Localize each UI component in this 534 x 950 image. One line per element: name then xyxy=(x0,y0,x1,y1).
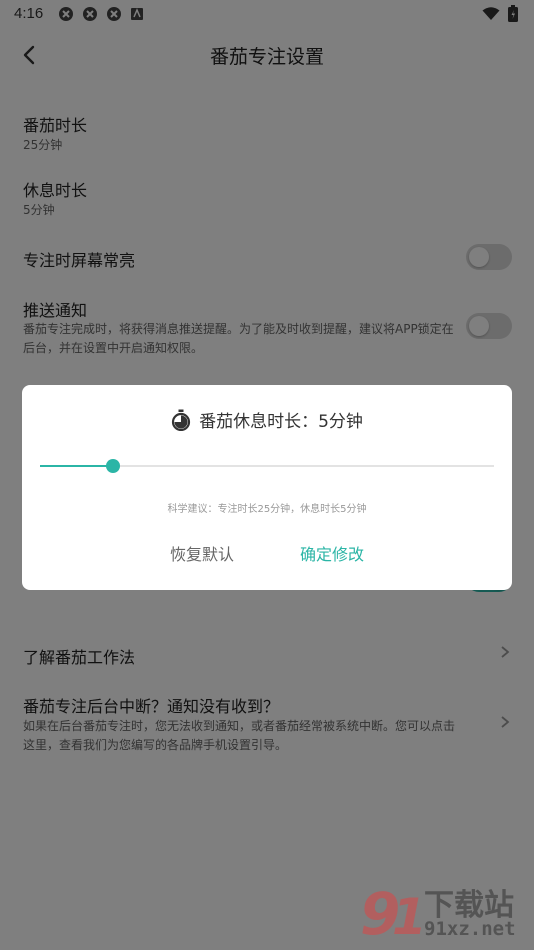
stopwatch-icon xyxy=(171,409,191,431)
reset-default-button[interactable]: 恢复默认 xyxy=(170,541,234,565)
watermark-site: 91xz.net xyxy=(424,918,516,940)
slider-fill xyxy=(40,465,113,467)
svg-text:1: 1 xyxy=(392,888,427,946)
app-screen: 4:16 番茄专注设置 xyxy=(0,0,534,950)
dialog-header: 番茄休息时长：5分钟 xyxy=(22,407,512,432)
break-duration-dialog: 番茄休息时长：5分钟 科学建议：专注时长25分钟，休息时长5分钟 恢复默认 确定… xyxy=(22,385,512,590)
watermark-logo: 9 1 下载站 91xz.net xyxy=(358,876,528,948)
confirm-change-button[interactable]: 确定修改 xyxy=(300,541,364,565)
dialog-title: 番茄休息时长：5分钟 xyxy=(199,412,363,432)
dialog-hint: 科学建议：专注时长25分钟，休息时长5分钟 xyxy=(167,504,367,515)
slider-thumb[interactable] xyxy=(105,459,120,473)
break-duration-slider[interactable] xyxy=(40,459,494,473)
